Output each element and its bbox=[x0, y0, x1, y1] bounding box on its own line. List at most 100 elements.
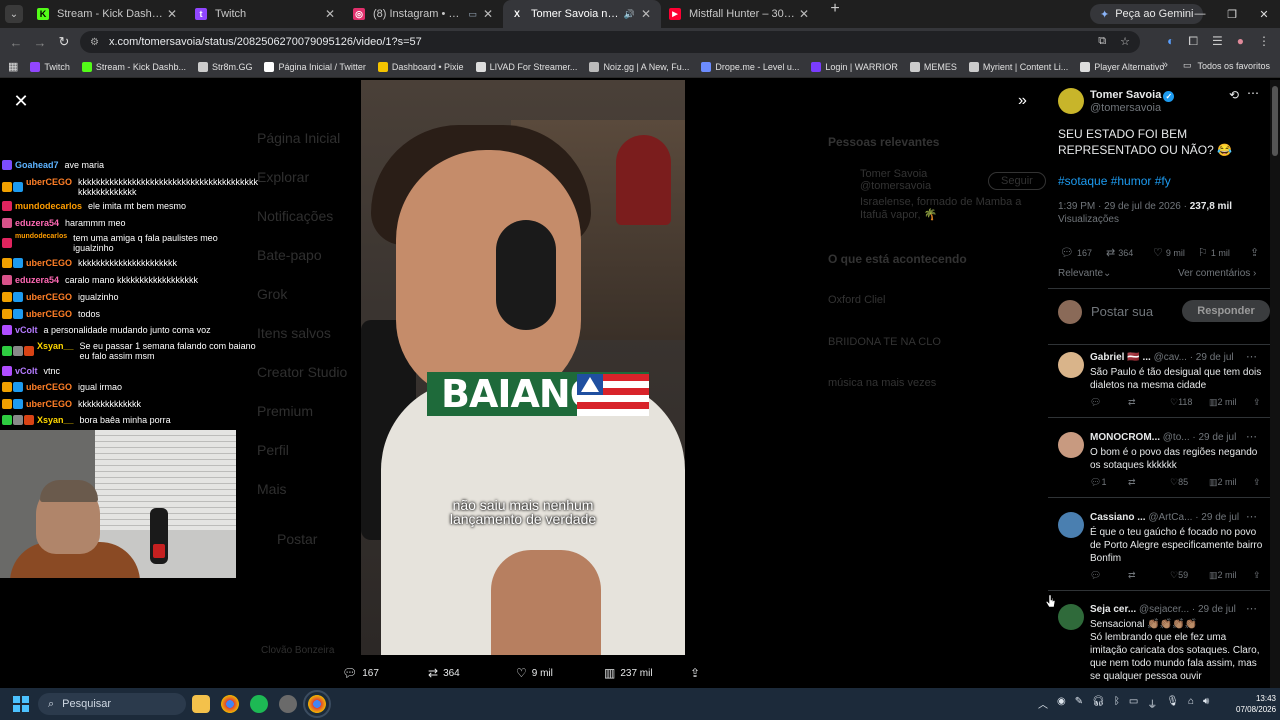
bookmark-item[interactable]: Página Inicial / Twitter bbox=[264, 61, 366, 72]
reply-reply-button[interactable]: 💬︎ bbox=[1090, 397, 1101, 408]
reply-button[interactable]: 💬︎ 167 bbox=[342, 666, 379, 680]
grok-icon[interactable]: ⟲ bbox=[1229, 88, 1239, 102]
close-window-icon[interactable]: ✕ bbox=[1248, 0, 1280, 28]
tab-x-tweet[interactable]: X Tomer Savoia no X: "SEU ES 🔊 ✕ bbox=[503, 0, 661, 28]
start-menu-icon[interactable] bbox=[13, 696, 29, 712]
views-button[interactable]: ▥ 237 mil bbox=[604, 666, 653, 680]
bluetooth-icon[interactable]: ᛒ bbox=[1114, 696, 1120, 711]
taskbar-search[interactable]: ⌕ Pesquisar bbox=[38, 693, 186, 715]
install-app-icon[interactable]: ⧉ bbox=[1098, 35, 1106, 48]
like-button[interactable]: ♡ 9 mil bbox=[516, 666, 553, 680]
chevron-up-icon[interactable]: ︿ bbox=[1038, 696, 1048, 711]
new-tab-button[interactable]: + bbox=[825, 0, 845, 28]
restore-icon[interactable]: ❐ bbox=[1216, 0, 1248, 28]
reply-author-handle[interactable]: @cav... bbox=[1154, 352, 1187, 363]
pen-icon[interactable]: ✎ bbox=[1075, 696, 1083, 711]
apps-grid-icon[interactable]: ▦ bbox=[8, 60, 18, 73]
close-tab-icon[interactable]: ✕ bbox=[165, 7, 179, 21]
reply-repost-button[interactable]: ⇄ bbox=[1128, 397, 1136, 408]
page-scrollbar[interactable] bbox=[1270, 80, 1280, 688]
reply-share-button[interactable]: ⇪ bbox=[1253, 397, 1261, 408]
bookmark-item[interactable]: Login | WARRIOR bbox=[811, 61, 898, 72]
back-icon[interactable]: ← bbox=[4, 35, 28, 50]
reply-repost-button[interactable]: ⇄ bbox=[1128, 477, 1136, 488]
tab-youtube[interactable]: ▶ Mistfall Hunter – 30+ Things I W ✕ bbox=[661, 0, 819, 28]
tab-search-button[interactable]: ⌄ bbox=[5, 5, 23, 23]
obs-icon[interactable] bbox=[279, 695, 297, 713]
extension-icon[interactable]: ◐ bbox=[1167, 34, 1174, 49]
bookmark-item[interactable]: Drope.me - Level u... bbox=[701, 61, 799, 72]
reply-avatar[interactable] bbox=[1058, 512, 1084, 538]
reply-views-button[interactable]: ▥ 2 mil bbox=[1209, 570, 1237, 581]
chrome-icon[interactable] bbox=[221, 695, 239, 713]
omnibox[interactable]: ⚙ x.com/tomersavoia/status/2082506270079… bbox=[80, 31, 1140, 53]
reply-author-handle[interactable]: @ArtCa... bbox=[1148, 512, 1192, 523]
file-explorer-icon[interactable] bbox=[192, 695, 210, 713]
reply-repost-button[interactable]: ⇄ bbox=[1128, 570, 1136, 581]
browser-menu-icon[interactable]: ⋮ bbox=[1258, 34, 1270, 49]
video-player[interactable]: BAIANO não saiu mais nenhum lançamento d… bbox=[361, 80, 685, 655]
reply-author-name[interactable]: Seja cer... bbox=[1090, 604, 1136, 615]
tab-kick-dashboard[interactable]: K Stream - Kick Dashboard ✕ bbox=[29, 0, 187, 28]
reply-reply-button[interactable]: 💬︎ bbox=[1090, 570, 1101, 581]
reply-reply-button[interactable]: 💬︎ 1 bbox=[1090, 477, 1106, 488]
more-options-icon[interactable]: ⋯ bbox=[1246, 510, 1257, 523]
speaker-icon[interactable]: 🔊 bbox=[624, 9, 635, 20]
reply-author-handle[interactable]: @sejacer... bbox=[1139, 604, 1189, 615]
usb-icon[interactable]: ⏚ bbox=[1147, 696, 1157, 711]
bookmarks-overflow-icon[interactable]: » bbox=[1162, 59, 1168, 71]
reply-share-button[interactable]: ⇪ bbox=[1253, 570, 1261, 581]
display-icon[interactable]: ▭ bbox=[1129, 696, 1138, 711]
reply-author-name[interactable]: MONOCROM... bbox=[1090, 432, 1160, 443]
bookmark-item[interactable]: Dashboard • Pixie bbox=[377, 61, 464, 72]
reply-views-button[interactable]: ▥ 2 mil bbox=[1209, 477, 1237, 488]
reply-author-name[interactable]: Gabriel 🇱🇻 ... bbox=[1090, 352, 1151, 363]
reply-like-button[interactable]: ♡ 59 bbox=[1170, 570, 1188, 581]
author-name[interactable]: Tomer Savoia ✓ bbox=[1090, 89, 1175, 102]
extensions-puzzle-icon[interactable]: ⧠ bbox=[1188, 34, 1198, 49]
share-button[interactable]: ⇪ bbox=[690, 666, 705, 680]
author-avatar[interactable] bbox=[1058, 88, 1084, 114]
bookmark-item[interactable]: Myrient | Content Li... bbox=[968, 61, 1068, 72]
system-clock[interactable]: 13:43 07/08/2026 bbox=[1236, 693, 1276, 715]
reply-avatar[interactable] bbox=[1058, 604, 1084, 630]
profile-avatar-icon[interactable]: ● bbox=[1237, 34, 1244, 49]
bookmark-item[interactable]: LIVAD For Streamer... bbox=[475, 61, 577, 72]
tweet-repost-button[interactable]: ⇄ 364 bbox=[1106, 246, 1133, 259]
collapse-panel-icon[interactable]: » bbox=[1018, 92, 1027, 110]
reply-views-button[interactable]: ▥ 2 mil bbox=[1209, 397, 1237, 408]
site-info-icon[interactable]: ⚙ bbox=[90, 37, 99, 48]
more-options-icon[interactable]: ⋯ bbox=[1247, 86, 1259, 100]
reply-avatar[interactable] bbox=[1058, 432, 1084, 458]
reply-avatar[interactable] bbox=[1058, 352, 1084, 378]
close-tab-icon[interactable]: ✕ bbox=[639, 7, 653, 21]
reply-author-handle[interactable]: @to... bbox=[1163, 432, 1190, 443]
reload-icon[interactable]: ↻ bbox=[52, 34, 76, 50]
reply-share-button[interactable]: ⇪ bbox=[1253, 477, 1261, 488]
close-tab-icon[interactable]: ✕ bbox=[481, 7, 495, 21]
tweet-bookmark-button[interactable]: ⚐ 1 mil bbox=[1198, 246, 1230, 259]
scrollbar-thumb[interactable] bbox=[1272, 86, 1278, 156]
author-handle[interactable]: @tomersavoia bbox=[1090, 102, 1161, 114]
close-tab-icon[interactable]: ✕ bbox=[797, 7, 811, 21]
bookmark-item[interactable]: Twitch bbox=[30, 61, 70, 72]
headset-icon[interactable]: 🎧︎ bbox=[1092, 696, 1105, 711]
reply-date[interactable]: · 29 de jul bbox=[1192, 604, 1236, 615]
bookmark-star-icon[interactable]: ☆ bbox=[1120, 35, 1130, 48]
more-options-icon[interactable]: ⋯ bbox=[1246, 602, 1257, 615]
all-bookmarks-folder[interactable]: ▭ Todos os favoritos bbox=[1183, 60, 1270, 71]
bookmark-item[interactable]: Stream - Kick Dashb... bbox=[81, 61, 186, 72]
sort-dropdown[interactable]: Relevante⌄ bbox=[1058, 268, 1111, 279]
reply-like-button[interactable]: ♡ 85 bbox=[1170, 477, 1188, 488]
forward-icon[interactable]: → bbox=[28, 35, 52, 50]
picture-in-picture-icon[interactable]: ▭ bbox=[468, 9, 477, 20]
tab-twitch[interactable]: t Twitch ✕ bbox=[187, 0, 345, 28]
reply-date[interactable]: · 29 de jul bbox=[1190, 352, 1234, 363]
chrome-active-icon[interactable] bbox=[303, 690, 331, 718]
minimize-icon[interactable]: — bbox=[1184, 0, 1216, 28]
repost-button[interactable]: ⇄ 364 bbox=[428, 666, 460, 680]
tweet-reply-button[interactable]: 💬︎ 167 bbox=[1060, 246, 1092, 259]
spotify-icon[interactable] bbox=[250, 695, 268, 713]
close-tab-icon[interactable]: ✕ bbox=[323, 7, 337, 21]
reply-date[interactable]: · 29 de jul bbox=[1192, 432, 1236, 443]
